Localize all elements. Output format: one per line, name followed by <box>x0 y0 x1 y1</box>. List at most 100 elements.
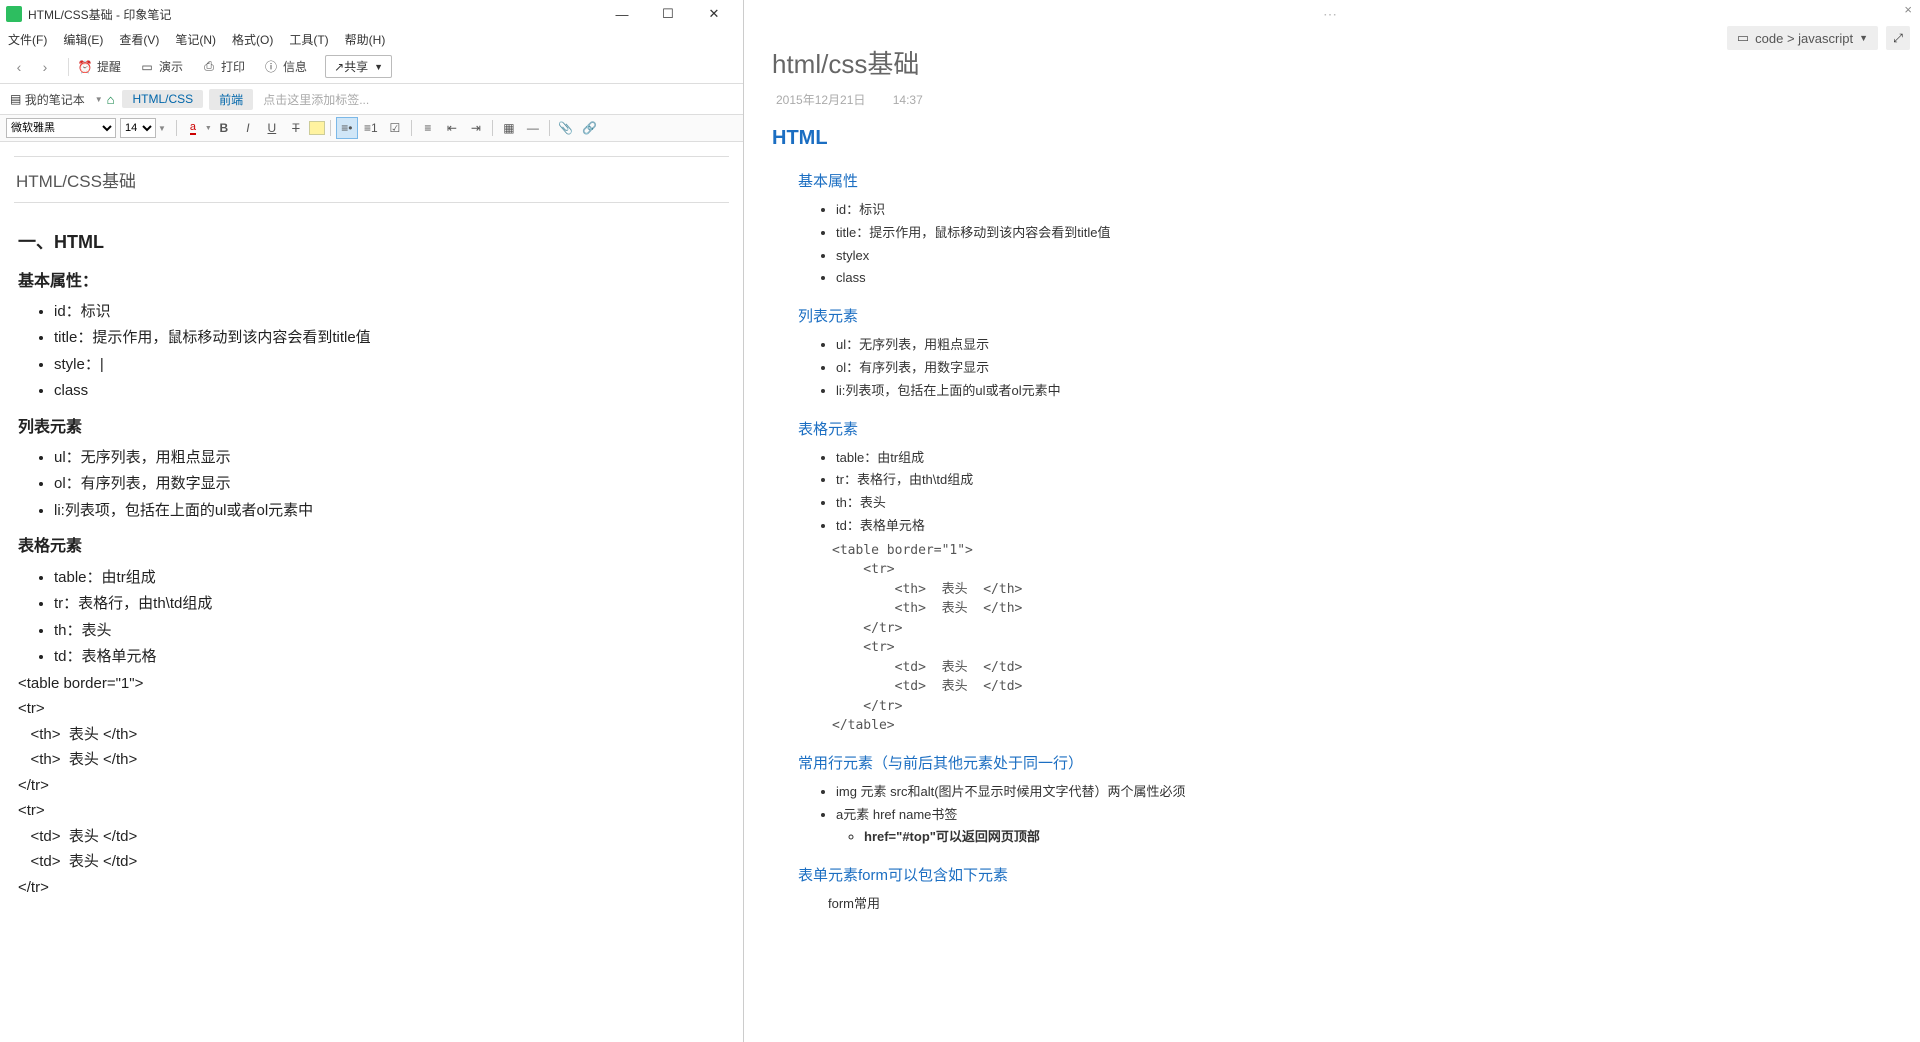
expand-icon: ⤢ <box>1893 31 1903 46</box>
print-button[interactable]: ⎙打印 <box>201 58 245 75</box>
drag-handle-icon[interactable]: ⋯ <box>744 6 1920 23</box>
list-inline-elements: img 元素 src和alt(图片不显示时候用文字代替）两个属性必须 a元素 h… <box>772 782 1892 848</box>
close-button[interactable]: ✕ <box>691 0 737 28</box>
list-basic-attrs: id：标识 title：提示作用，鼠标移动到该内容会看到title值 style… <box>18 299 725 404</box>
font-select[interactable]: 微软雅黑 <box>6 118 116 138</box>
menu-note[interactable]: 笔记(N) <box>175 31 216 48</box>
reminder-button[interactable]: ⏰提醒 <box>77 58 121 75</box>
minimize-button[interactable]: ― <box>599 0 645 28</box>
heading-html: HTML <box>772 122 1892 154</box>
heading-inline-elements[interactable]: 常用行元素（与前后其他元素处于同一行） <box>798 752 1892 776</box>
menu-view[interactable]: 查看(V) <box>119 31 159 48</box>
heading-basic-attrs[interactable]: 基本属性 <box>798 170 1892 194</box>
note-title[interactable]: HTML/CSS基础 <box>14 157 729 203</box>
list-item: table：由tr组成 <box>836 448 1892 469</box>
list-item: ol：有序列表，用数字显示 <box>836 358 1892 379</box>
link-button[interactable]: 🔗 <box>579 117 601 139</box>
strike-button[interactable]: T <box>285 117 307 139</box>
note-editor[interactable]: HTML/CSS基础 一、HTML 基本属性： id：标识 title：提示作用… <box>0 142 743 1042</box>
heading-list-elements[interactable]: 列表元素 <box>798 305 1892 329</box>
table-button[interactable]: ▦ <box>498 117 520 139</box>
list-item: td：表格单元格 <box>836 516 1892 537</box>
outdent-button[interactable]: ⇤ <box>441 117 463 139</box>
notebook-name[interactable]: 我的笔记本 <box>25 91 85 108</box>
expand-button[interactable]: ⤢ <box>1886 26 1910 50</box>
chevron-down-icon: ▼ <box>374 62 383 72</box>
share-button[interactable]: ↗共享▼ <box>325 55 392 78</box>
list-item: li:列表项，包括在上面的ul或者ol元素中 <box>836 381 1892 402</box>
info-icon: ⓘ <box>263 59 279 75</box>
heading-html: 一、HTML <box>18 227 725 258</box>
menu-tools[interactable]: 工具(T) <box>289 31 328 48</box>
menu-file[interactable]: 文件(F) <box>8 31 47 48</box>
list-item: table：由tr组成 <box>54 565 725 591</box>
highlight-button[interactable] <box>309 121 325 135</box>
menu-edit[interactable]: 编辑(E) <box>63 31 103 48</box>
attachment-button[interactable]: 📎 <box>555 117 577 139</box>
share-icon: ↗ <box>334 60 344 74</box>
menu-format[interactable]: 格式(O) <box>232 31 273 48</box>
preview-time: 14:37 <box>893 93 923 107</box>
menubar: 文件(F) 编辑(E) 查看(V) 笔记(N) 格式(O) 工具(T) 帮助(H… <box>0 28 743 50</box>
list-item: style：| <box>54 352 725 378</box>
heading-list-elements: 列表元素 <box>18 414 725 441</box>
indent-button[interactable]: ⇥ <box>465 117 487 139</box>
titlebar: HTML/CSS基础 - 印象笔记 ― ☐ ✕ <box>0 0 743 28</box>
chevron-down-icon[interactable]: ▼ <box>205 125 212 132</box>
font-size-select[interactable]: 14 <box>120 118 156 138</box>
hr-button[interactable]: — <box>522 117 544 139</box>
align-left-button[interactable]: ≡ <box>417 117 439 139</box>
home-icon[interactable]: ⌂ <box>107 92 115 107</box>
tag-placeholder[interactable]: 点击这里添加标签... <box>263 91 369 108</box>
list-item: title：提示作用，鼠标移动到该内容会看到title值 <box>54 325 725 351</box>
code-block: <table border="1"> <tr> <th> 表头 </th> <t… <box>832 541 1892 736</box>
toolbar: ‹ › ⏰提醒 ▭演示 ⎙打印 ⓘ信息 ↗共享▼ <box>0 50 743 84</box>
tag-frontend[interactable]: 前端 <box>209 89 253 110</box>
breadcrumb[interactable]: ▭ code > javascript ▼ <box>1727 26 1878 50</box>
list-list-elements: ul：无序列表，用粗点显示 ol：有序列表，用数字显示 li:列表项，包括在上面… <box>772 335 1892 401</box>
notebook-icon: ▤ <box>10 92 21 106</box>
nav-forward-button[interactable]: › <box>34 56 56 78</box>
notebook-icon: ▭ <box>1737 30 1749 46</box>
preview-date: 2015年12月21日 <box>776 93 865 107</box>
present-button[interactable]: ▭演示 <box>139 58 183 75</box>
tag-htmlcss[interactable]: HTML/CSS <box>122 90 203 108</box>
list-item: td：表格单元格 <box>54 644 725 670</box>
heading-table-elements[interactable]: 表格元素 <box>798 418 1892 442</box>
chevron-down-icon[interactable]: ▼ <box>158 124 166 133</box>
preview-content: HTML 基本属性 id：标识 title：提示作用，鼠标移动到该内容会看到ti… <box>772 122 1892 915</box>
heading-basic-attrs: 基本属性： <box>18 268 725 295</box>
list-item: li:列表项，包括在上面的ul或者ol元素中 <box>54 498 725 524</box>
underline-button[interactable]: U <box>261 117 283 139</box>
tag-bar: ▤ 我的笔记本 ▼ ⌂ HTML/CSS 前端 点击这里添加标签... <box>0 84 743 114</box>
list-item: th：表头 <box>836 493 1892 514</box>
heading-form-elements[interactable]: 表单元素form可以包含如下元素 <box>798 864 1892 888</box>
bold-button[interactable]: B <box>213 117 235 139</box>
format-bar: 微软雅黑 14 ▼ a ▼ B I U T ≡• ≡1 ☑ ≡ ⇤ ⇥ ▦ — … <box>0 114 743 142</box>
app-icon <box>6 6 22 22</box>
present-icon: ▭ <box>139 59 155 75</box>
number-list-button[interactable]: ≡1 <box>360 117 382 139</box>
list-list-elements: ul：无序列表，用粗点显示 ol：有序列表，用数字显示 li:列表项，包括在上面… <box>18 445 725 524</box>
maximize-button[interactable]: ☐ <box>645 0 691 28</box>
window-title: HTML/CSS基础 - 印象笔记 <box>28 6 599 23</box>
bullet-list-button[interactable]: ≡• <box>336 117 358 139</box>
menu-help[interactable]: 帮助(H) <box>345 31 386 48</box>
nav-back-button[interactable]: ‹ <box>8 56 30 78</box>
chevron-down-icon[interactable]: ▼ <box>95 95 103 104</box>
breadcrumb-text: code > javascript <box>1755 31 1853 46</box>
chevron-down-icon: ▼ <box>1859 33 1868 43</box>
list-item: ol：有序列表，用数字显示 <box>54 471 725 497</box>
italic-button[interactable]: I <box>237 117 259 139</box>
list-item: img 元素 src和alt(图片不显示时候用文字代替）两个属性必须 <box>836 782 1892 803</box>
checkbox-button[interactable]: ☑ <box>384 117 406 139</box>
list-item: tr：表格行，由th\td组成 <box>54 591 725 617</box>
print-icon: ⎙ <box>201 59 217 75</box>
preview-pane: × ⋯ ▭ code > javascript ▼ ⤢ html/css基础 2… <box>744 0 1920 1042</box>
preview-title: html/css基础 <box>772 44 1892 81</box>
text-color-button[interactable]: a <box>182 117 204 139</box>
info-button[interactable]: ⓘ信息 <box>263 58 307 75</box>
list-item: href="#top"可以返回网页顶部 <box>864 827 1892 848</box>
note-body[interactable]: 一、HTML 基本属性： id：标识 title：提示作用，鼠标移动到该内容会看… <box>14 203 729 914</box>
list-item: tr：表格行，由th\td组成 <box>836 470 1892 491</box>
